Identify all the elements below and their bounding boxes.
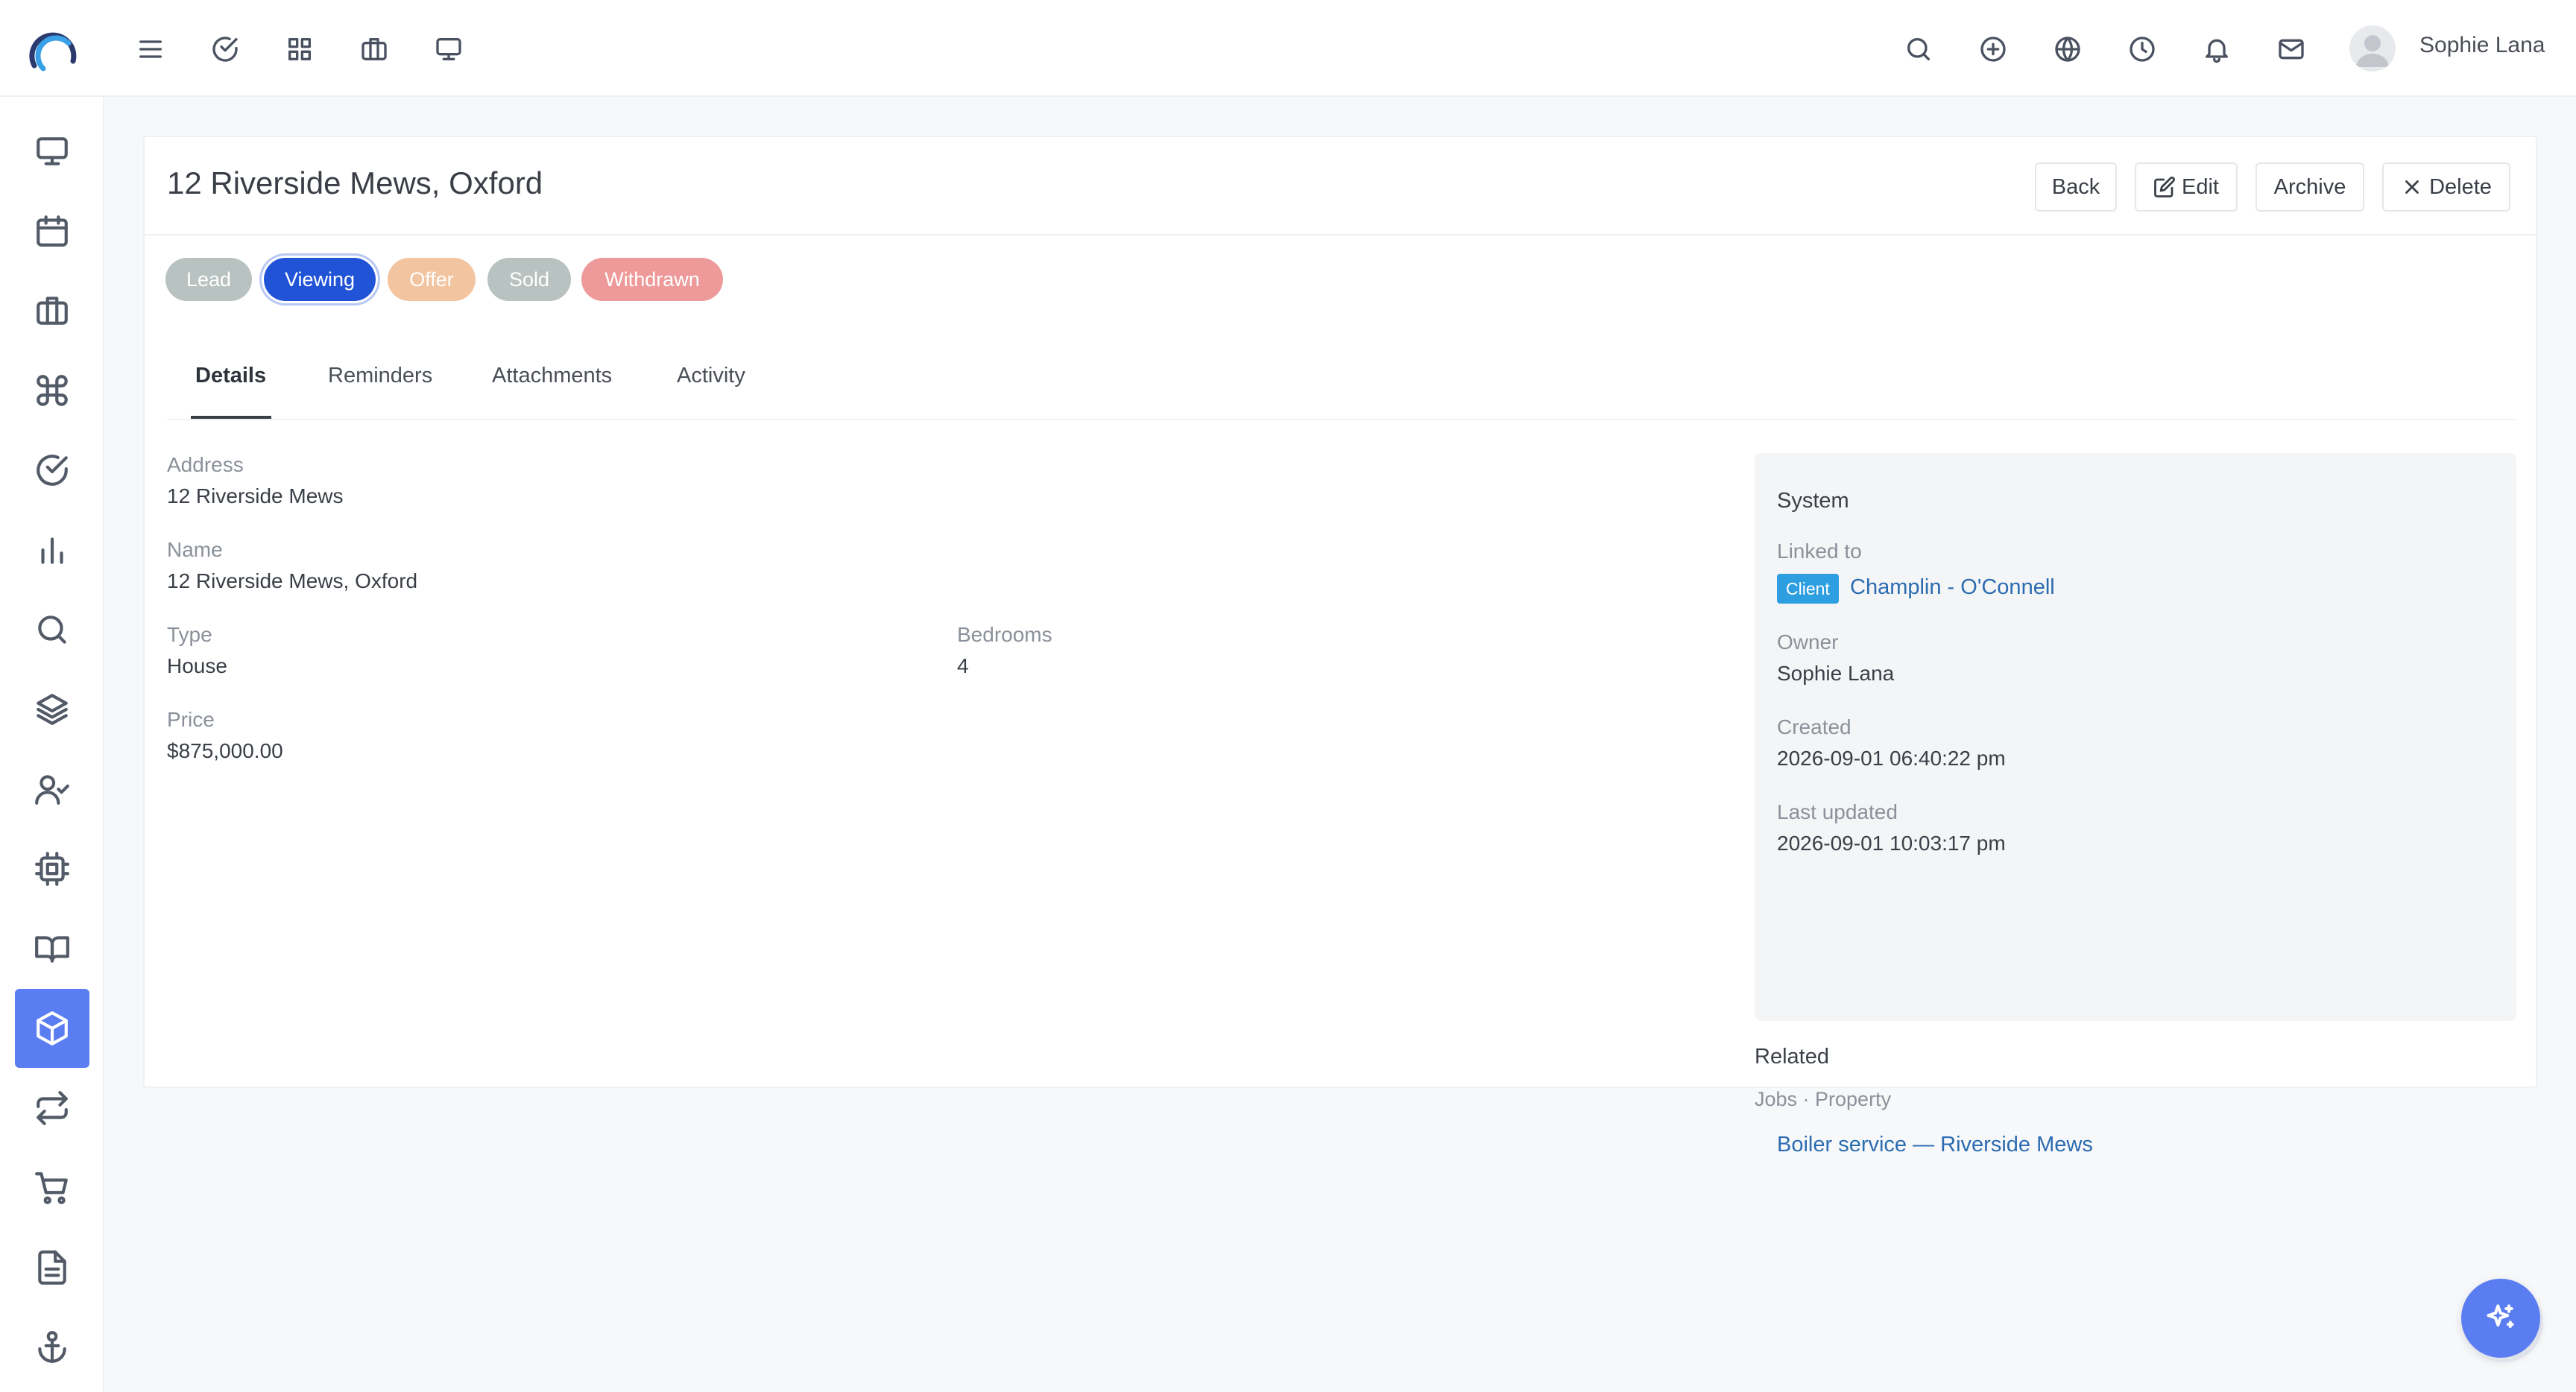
mail-icon[interactable]	[2272, 30, 2311, 69]
tab-details[interactable]: Details	[195, 364, 266, 388]
ai-assistant-button[interactable]	[2461, 1279, 2540, 1358]
sidebar-item-properties[interactable]	[15, 989, 89, 1068]
repeat-icon	[37, 1091, 68, 1125]
check-circle-icon	[37, 455, 68, 486]
sidebar-item-layers[interactable]	[15, 670, 89, 749]
user-name[interactable]: Sophie Lana	[2419, 33, 2545, 58]
briefcase-icon[interactable]	[355, 30, 394, 69]
name-value: 12 Riverside Mews, Oxford	[167, 569, 418, 592]
bell-icon[interactable]	[2197, 30, 2236, 69]
sidebar-item-knowledge[interactable]	[15, 909, 89, 988]
sidebar-item-search[interactable]	[15, 590, 89, 669]
command-icon	[37, 375, 68, 406]
sidebar-item-anchor[interactable]	[15, 1308, 89, 1387]
archive-button[interactable]: Archive	[2255, 162, 2364, 212]
related-title: Related	[1755, 1045, 1829, 1069]
client-badge: Client	[1777, 574, 1839, 604]
sidebar-item-dashboard[interactable]	[15, 112, 89, 191]
layers-icon	[37, 694, 68, 725]
anchor-icon	[38, 1331, 66, 1363]
avatar[interactable]	[2349, 25, 2396, 72]
sidebar-item-devices[interactable]	[15, 829, 89, 908]
sidebar-item-calendar[interactable]	[15, 192, 89, 271]
linked-client-link[interactable]: Champlin - O'Connell	[1850, 575, 2055, 600]
stage-offer[interactable]: Offer	[388, 258, 476, 301]
system-panel: System Linked to Client Champlin - O'Con…	[1755, 453, 2516, 1021]
user-silhouette-icon	[2356, 35, 2389, 67]
plus-circle-icon[interactable]	[1974, 30, 2012, 69]
bar-chart-icon	[41, 537, 63, 564]
owner-label: Owner	[1777, 630, 1839, 654]
stage-withdrawn[interactable]: Withdrawn	[581, 258, 723, 301]
sidebar-item-tasks[interactable]	[15, 431, 89, 510]
type-label: Type	[167, 623, 212, 646]
calendar-icon	[37, 215, 68, 247]
sidebar-item-jobs[interactable]	[15, 271, 89, 350]
globe-icon[interactable]	[2048, 30, 2087, 69]
bedrooms-value: 4	[957, 654, 969, 677]
package-icon	[37, 1011, 68, 1045]
edit-icon	[2154, 176, 2176, 197]
system-title: System	[1777, 489, 1849, 513]
stage-viewing[interactable]: Viewing	[264, 258, 376, 301]
briefcase-icon	[37, 297, 68, 325]
sidebar-item-reports[interactable]	[15, 510, 89, 589]
address-value: 12 Riverside Mews	[167, 484, 344, 507]
sparkles-icon	[2487, 1304, 2514, 1329]
linked-to-label: Linked to	[1777, 540, 1862, 563]
grid-icon[interactable]	[280, 30, 319, 69]
close-icon	[2405, 180, 2419, 194]
app-logo[interactable]	[28, 27, 79, 77]
created-value: 2026-09-01 06:40:22 pm	[1777, 747, 2006, 770]
check-circle-icon[interactable]	[206, 30, 244, 69]
cpu-icon	[35, 852, 69, 886]
tab-active-indicator	[191, 416, 271, 419]
stage-sold[interactable]: Sold	[487, 258, 571, 301]
sidebar-item-orders[interactable]	[15, 1148, 89, 1227]
sidebar-item-recurring[interactable]	[15, 1069, 89, 1148]
file-text-icon	[38, 1250, 66, 1285]
stage-lead[interactable]: Lead	[165, 258, 252, 301]
shopping-cart-icon	[35, 1172, 68, 1204]
owner-value: Sophie Lana	[1777, 662, 1895, 685]
sidebar-item-contacts[interactable]	[15, 750, 89, 829]
bedrooms-label: Bedrooms	[957, 623, 1052, 646]
created-label: Created	[1777, 715, 1852, 738]
tab-reminders[interactable]: Reminders	[328, 364, 432, 388]
related-subtitle: Jobs · Property	[1755, 1088, 1892, 1110]
price-value: $875,000.00	[167, 739, 283, 762]
top-bar: Sophie Lana	[0, 0, 2576, 97]
tabs-divider	[167, 419, 2516, 420]
delete-button[interactable]: Delete	[2382, 162, 2510, 212]
sidebar-item-documents[interactable]	[15, 1228, 89, 1307]
clock-icon[interactable]	[2123, 30, 2162, 69]
tab-activity[interactable]: Activity	[677, 364, 745, 388]
sidebar-item-command[interactable]	[15, 351, 89, 430]
sidebar	[0, 97, 104, 1392]
search-icon[interactable]	[1899, 30, 1938, 69]
book-open-icon	[35, 936, 69, 963]
last-updated-label: Last updated	[1777, 800, 1898, 823]
property-card: 12 Riverside Mews, Oxford Back Edit Arch…	[143, 136, 2537, 1157]
logo-icon	[29, 32, 77, 72]
last-updated-value: 2026-09-01 10:03:17 pm	[1777, 832, 2006, 855]
menu-icon[interactable]	[131, 30, 170, 69]
price-label: Price	[167, 708, 215, 731]
page-title: 12 Riverside Mews, Oxford	[167, 165, 543, 200]
monitor-icon	[37, 137, 68, 165]
user-check-icon	[35, 775, 69, 805]
name-label: Name	[167, 538, 223, 561]
address-label: Address	[167, 453, 244, 476]
edit-button[interactable]: Edit	[2135, 162, 2238, 212]
card-header: 12 Riverside Mews, Oxford Back Edit Arch…	[145, 137, 2536, 235]
type-value: House	[167, 654, 227, 677]
monitor-icon[interactable]	[429, 30, 468, 69]
related-item-link[interactable]: Boiler service — Riverside Mews	[1777, 1133, 2093, 1157]
tab-attachments[interactable]: Attachments	[492, 364, 612, 388]
back-button[interactable]: Back	[2035, 162, 2117, 212]
search-icon	[38, 616, 66, 644]
